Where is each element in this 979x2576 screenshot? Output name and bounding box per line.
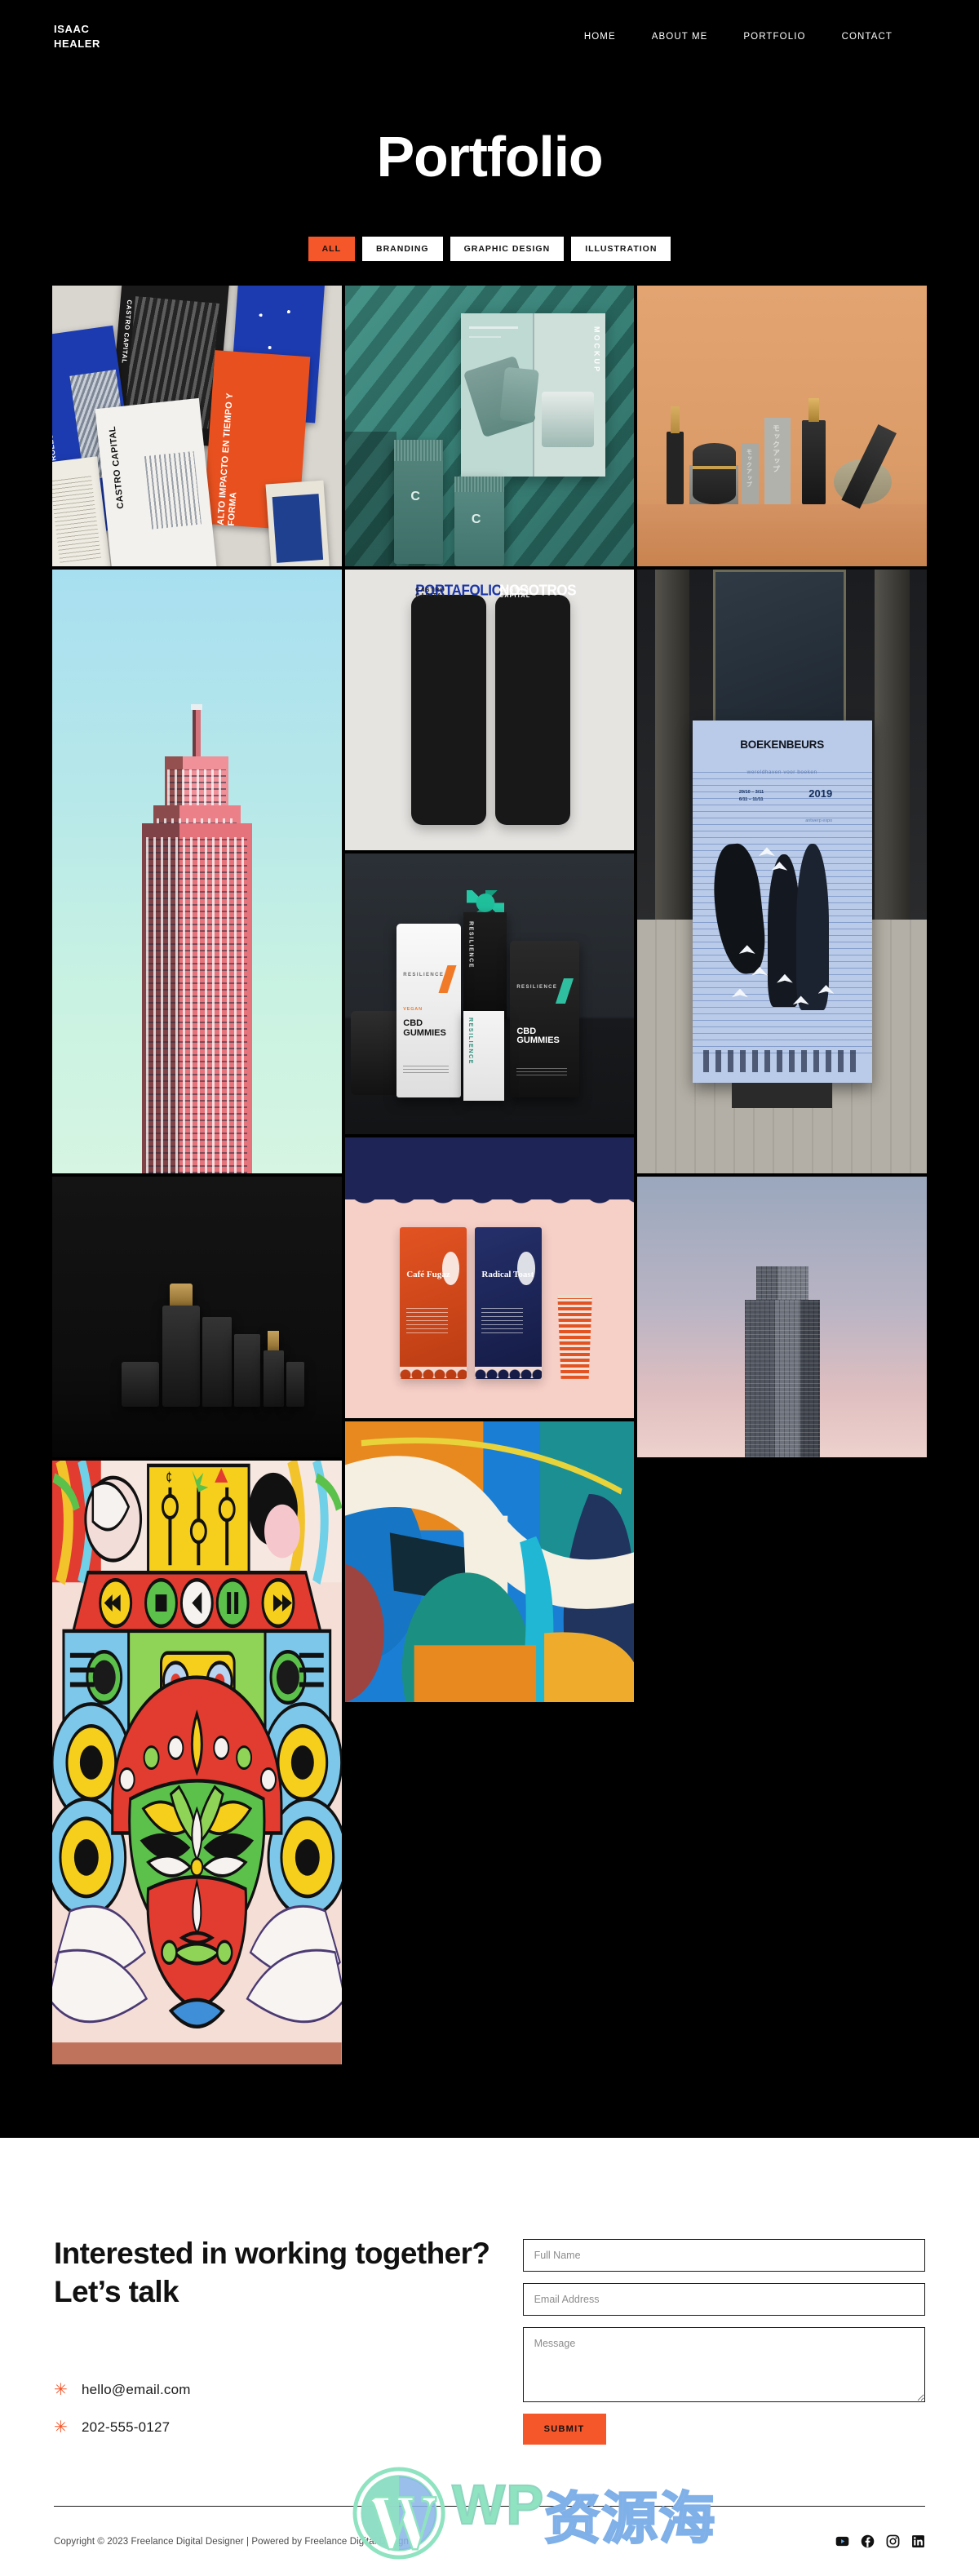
jar-monogram-large: C [410, 489, 420, 503]
contact-section: Interested in working together? Let’s ta… [0, 2138, 979, 2457]
cbd-pouch-black-brand: RESILIENCE [516, 984, 558, 990]
artwork-resilience-cbd: RESILIENCE RESILIENCE CBD GUMMIES RESILI… [345, 853, 635, 1134]
portfolio-item-resilience-cbd[interactable]: RESILIENCE RESILIENCE CBD GUMMIES RESILI… [344, 853, 635, 1134]
coffee-bag-blue-name: Radical Toast [481, 1270, 534, 1280]
artwork-dark-skincare [52, 1177, 342, 1457]
artwork-gold-black-cosmetics: モックアップ モックアップ [637, 286, 927, 566]
portfolio-item-castro-capital-mobile[interactable]: PORTAFOLIO CASTRO CAPITAL NOSOTROS CASTR… [344, 570, 635, 850]
artwork-coffee-packaging: Café Fugaz Radical Toast [344, 1137, 635, 1418]
jar-monogram-small: C [471, 512, 481, 526]
artwork-abstract-mural [344, 1421, 635, 1702]
cbd-pouch-white-title: CBD GUMMIES [403, 1018, 446, 1038]
social-links [835, 2534, 925, 2548]
contact-phone-value: 202-555-0127 [82, 2419, 171, 2435]
artwork-grey-tower [637, 1177, 927, 1457]
facebook-icon [861, 2534, 875, 2548]
portfolio-item-pink-skyscraper[interactable] [52, 570, 342, 1173]
email-address-input[interactable] [522, 2283, 925, 2316]
filter-button-branding[interactable]: BRANDING [362, 237, 443, 261]
portfolio-item-teal-jar-mockup[interactable]: MOCKUP C C [344, 286, 635, 566]
portfolio-item-coffee-packaging[interactable]: Café Fugaz Radical Toast [344, 1137, 635, 1418]
portfolio-filter-bar: ALL BRANDING GRAPHIC DESIGN ILLUSTRATION [0, 237, 979, 286]
contact-email-row[interactable]: ✳ hello@email.com [54, 2382, 490, 2398]
magazine-mockup-label: MOCKUP [592, 326, 601, 375]
artwork-pink-skyscraper [52, 570, 342, 1173]
linkedin-icon [912, 2535, 924, 2548]
social-link-instagram[interactable] [886, 2534, 900, 2548]
brochure-white-text: CASTRO CAPITAL [107, 425, 126, 510]
artwork-boekenbeurs-poster: BOEKENBEURS wereldhaven voor boeken 29/1… [637, 570, 927, 1173]
page-title-section: Portfolio [0, 73, 979, 237]
site-footer: Copyright © 2023 Freelance Digital Desig… [0, 2456, 979, 2576]
asterisk-icon: ✳ [54, 2418, 68, 2436]
contact-details-list: ✳ hello@email.com ✳ 202-555-0127 [54, 2382, 490, 2436]
artwork-castro-capital-print: CASTRO CAPITAL DESARROLLO DE ALTO IMPACT… [52, 286, 342, 566]
cbd-pouch-white-tag: VEGAN [403, 1007, 423, 1013]
portfolio-item-dark-skincare[interactable] [52, 1177, 342, 1457]
portfolio-item-boekenbeurs-poster[interactable]: BOEKENBEURS wereldhaven voor boeken 29/1… [637, 570, 927, 1173]
svg-text:¢: ¢ [166, 1469, 171, 1486]
message-textarea[interactable] [522, 2327, 925, 2402]
brand-line-1: ISAAC [54, 23, 90, 36]
packaging-label-kana-2: モックアップ [746, 449, 752, 489]
main-navigation: HOME ABOUT ME PORTFOLIO CONTACT [584, 32, 925, 42]
brand-line-2: HEALER [54, 38, 101, 50]
filter-button-illustration[interactable]: ILLUSTRATION [571, 237, 671, 261]
copyright-text: Copyright © 2023 Freelance Digital Desig… [54, 2536, 418, 2547]
artwork-teal-jar-mockup: MOCKUP C C [344, 286, 635, 566]
contact-email-value: hello@email.com [82, 2381, 191, 2397]
coffee-bag-orange-name: Café Fugaz [406, 1270, 450, 1280]
site-logo[interactable]: ISAAC HEALER [54, 22, 100, 51]
portfolio-item-gold-black-cosmetics[interactable]: モックアップ モックアップ [637, 286, 927, 566]
asterisk-icon: ✳ [54, 2380, 68, 2399]
site-header: ISAAC HEALER HOME ABOUT ME PORTFOLIO CON… [0, 0, 979, 73]
social-link-youtube[interactable] [835, 2534, 849, 2548]
portfolio-item-grey-tower[interactable] [637, 1177, 927, 1457]
social-link-facebook[interactable] [861, 2534, 875, 2548]
packaging-label-kana-1: モックアップ [772, 424, 781, 474]
artwork-kathakali-mural: ¢ [52, 1461, 342, 2064]
footer-divider [54, 2505, 925, 2507]
nav-item-portfolio[interactable]: PORTFOLIO [743, 32, 805, 42]
social-link-linkedin[interactable] [911, 2534, 925, 2548]
nav-item-home[interactable]: HOME [584, 32, 616, 42]
contact-heading: Interested in working together? Let’s ta… [54, 2237, 490, 2309]
contact-form: SUBMIT [522, 2234, 925, 2457]
instagram-icon [886, 2534, 900, 2548]
cbd-box-tall-brand: RESILIENCE [467, 920, 474, 969]
submit-button[interactable]: SUBMIT [522, 2414, 606, 2445]
nav-item-about-me[interactable]: ABOUT ME [652, 32, 708, 42]
page-title: Portfolio [376, 125, 604, 188]
filter-button-graphic-design[interactable]: GRAPHIC DESIGN [450, 237, 565, 261]
portfolio-item-kathakali-mural[interactable]: ¢ [52, 1461, 342, 2064]
full-name-input[interactable] [522, 2239, 925, 2272]
brochure-orange-text: ALTO IMPACTO EN TIEMPO Y FORMA [215, 392, 239, 526]
nav-item-contact[interactable]: CONTACT [842, 32, 893, 42]
portfolio-grid: CASTRO CAPITAL DESARROLLO DE ALTO IMPACT… [52, 286, 927, 2138]
contact-phone-row[interactable]: ✳ 202-555-0127 [54, 2419, 490, 2436]
portfolio-item-castro-capital-print[interactable]: CASTRO CAPITAL DESARROLLO DE ALTO IMPACT… [52, 286, 342, 566]
artwork-castro-capital-mobile: PORTAFOLIO CASTRO CAPITAL NOSOTROS CASTR… [345, 570, 635, 850]
youtube-icon [835, 2536, 849, 2547]
portfolio-item-abstract-mural[interactable] [344, 1421, 635, 1702]
cbd-pouch-white-brand: RESILIENCE [403, 972, 445, 978]
contact-info: Interested in working together? Let’s ta… [54, 2234, 490, 2457]
cbd-pouch-black-title: CBD GUMMIES [516, 1026, 560, 1046]
cbd-box-short-brand: RESILIENCE [467, 1018, 474, 1066]
filter-button-all[interactable]: ALL [308, 237, 355, 261]
